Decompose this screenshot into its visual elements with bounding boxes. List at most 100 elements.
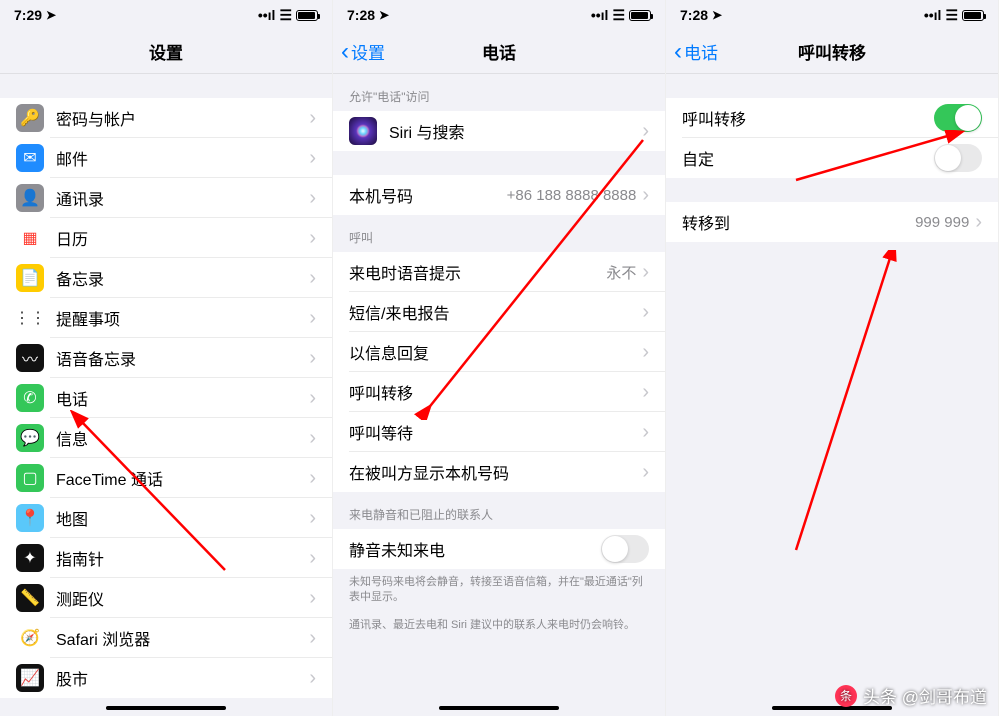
chevron-right-icon: › <box>642 301 649 324</box>
chevron-left-icon: ‹ <box>341 40 349 64</box>
chevron-left-icon: ‹ <box>674 40 682 64</box>
chevron-right-icon: › <box>642 120 649 143</box>
row-label: Safari 浏览器 <box>56 626 309 650</box>
location-icon: ➤ <box>712 8 722 22</box>
phone-row-announce[interactable]: 来电时语音提示 永不 › <box>333 252 665 292</box>
status-bar: 7:28 ➤ ••ıl ☰ <box>666 0 998 30</box>
settings-row-reminders[interactable]: ⋮⋮ 提醒事项 › <box>0 298 332 338</box>
location-icon: ➤ <box>46 8 56 22</box>
call-forward-toggle-row[interactable]: 呼叫转移 <box>666 98 998 138</box>
chevron-right-icon: › <box>309 307 316 330</box>
signal-icon: ••ıl <box>591 7 609 23</box>
call-forward-pane: 7:28 ➤ ••ıl ☰ ‹电话 呼叫转移 呼叫转移 自定 转移到 999 99… <box>666 0 999 716</box>
settings-row-notes[interactable]: 📄 备忘录 › <box>0 258 332 298</box>
nav-bar: 设置 <box>0 30 332 74</box>
settings-row-stocks[interactable]: 📈 股市 › <box>0 658 332 698</box>
row-label: 日历 <box>56 226 309 250</box>
row-label: 测距仪 <box>56 586 309 610</box>
row-label: 在被叫方显示本机号码 <box>349 460 642 484</box>
phone-row-show-id[interactable]: 在被叫方显示本机号码 › <box>333 452 665 492</box>
wifi-icon: ☰ <box>279 7 292 24</box>
phone-row-sms-report[interactable]: 短信/来电报告 › <box>333 292 665 332</box>
messages-icon: 💬 <box>16 424 44 452</box>
calls-list: 来电时语音提示 永不 ›短信/来电报告 ›以信息回复 ›呼叫转移 ›呼叫等待 ›… <box>333 252 665 492</box>
settings-row-calendar[interactable]: ▦ 日历 › <box>0 218 332 258</box>
battery-icon <box>296 10 318 21</box>
chevron-right-icon: › <box>309 667 316 690</box>
safari-icon: 🧭 <box>16 624 44 652</box>
reminders-icon: ⋮⋮ <box>16 304 44 332</box>
row-label: 邮件 <box>56 146 309 170</box>
contacts-icon: 👤 <box>16 184 44 212</box>
chevron-right-icon: › <box>309 267 316 290</box>
clock: 7:28 <box>680 7 708 23</box>
settings-row-safari[interactable]: 🧭 Safari 浏览器 › <box>0 618 332 658</box>
settings-row-compass[interactable]: ✦ 指南针 › <box>0 538 332 578</box>
call-forward-toggle[interactable] <box>934 104 982 132</box>
row-label: 语音备忘录 <box>56 346 309 370</box>
signal-icon: ••ıl <box>924 7 942 23</box>
voicememos-icon: 〰 <box>16 344 44 372</box>
wifi-icon: ☰ <box>945 7 958 24</box>
maps-icon: 📍 <box>16 504 44 532</box>
settings-row-passwords[interactable]: 🔑 密码与帐户 › <box>0 98 332 138</box>
settings-row-mail[interactable]: ✉︎ 邮件 › <box>0 138 332 178</box>
watermark: 条 头条 @剑哥布道 <box>835 683 987 708</box>
nav-bar: ‹设置 电话 <box>333 30 665 74</box>
back-button[interactable]: ‹设置 <box>341 39 385 64</box>
row-label: 电话 <box>56 386 309 410</box>
back-button[interactable]: ‹电话 <box>674 39 718 64</box>
chevron-right-icon: › <box>309 507 316 530</box>
settings-list: 🔑 密码与帐户 ›✉︎ 邮件 ›👤 通讯录 ›▦ 日历 ›📄 备忘录 ›⋮⋮ 提… <box>0 98 332 698</box>
settings-row-measure[interactable]: 📏 测距仪 › <box>0 578 332 618</box>
chevron-right-icon: › <box>309 187 316 210</box>
phone-row-call-forward[interactable]: 呼叫转移 › <box>333 372 665 412</box>
nav-bar: ‹电话 呼叫转移 <box>666 30 998 74</box>
settings-row-contacts[interactable]: 👤 通讯录 › <box>0 178 332 218</box>
section-allow-access: 允许"电话"访问 <box>333 74 665 111</box>
forward-to-row[interactable]: 转移到 999 999 › <box>666 202 998 242</box>
mail-icon: ✉︎ <box>16 144 44 172</box>
measure-icon: 📏 <box>16 584 44 612</box>
wifi-icon: ☰ <box>612 7 625 24</box>
chevron-right-icon: › <box>642 184 649 207</box>
custom-toggle[interactable] <box>934 144 982 172</box>
chevron-right-icon: › <box>309 627 316 650</box>
row-label: 信息 <box>56 426 309 450</box>
chevron-right-icon: › <box>309 387 316 410</box>
home-indicator <box>106 706 226 710</box>
my-number-row[interactable]: 本机号码 +86 188 8888 8888 › <box>333 175 665 215</box>
settings-pane: 7:29➤ ••ıl ☰ 设置 🔑 密码与帐户 ›✉︎ 邮件 ›👤 通讯录 ›▦… <box>0 0 333 716</box>
clock: 7:29 <box>14 7 42 23</box>
annotation-arrow <box>786 250 906 560</box>
phone-row-call-waiting[interactable]: 呼叫等待 › <box>333 412 665 452</box>
settings-row-voicememos[interactable]: 〰 语音备忘录 › <box>0 338 332 378</box>
page-title: 设置 <box>149 39 183 64</box>
phone-settings-pane: 7:28➤ ••ıl ☰ ‹设置 电话 允许"电话"访问 Siri 与搜索 › … <box>333 0 666 716</box>
footer-note-1: 未知号码来电将会静音，转接至语音信箱，并在"最近通话"列表中显示。 <box>333 569 665 612</box>
chevron-right-icon: › <box>309 467 316 490</box>
settings-row-messages[interactable]: 💬 信息 › <box>0 418 332 458</box>
status-indicators: ••ıl ☰ <box>258 7 318 24</box>
compass-icon: ✦ <box>16 544 44 572</box>
my-number-value: +86 188 8888 8888 <box>507 187 637 204</box>
settings-row-maps[interactable]: 📍 地图 › <box>0 498 332 538</box>
siri-search-row[interactable]: Siri 与搜索 › <box>333 111 665 151</box>
phone-row-msg-reply[interactable]: 以信息回复 › <box>333 332 665 372</box>
silence-toggle[interactable] <box>601 535 649 563</box>
row-label: 地图 <box>56 506 309 530</box>
silence-unknown-row[interactable]: 静音未知来电 <box>333 529 665 569</box>
siri-icon <box>349 117 377 145</box>
chevron-right-icon: › <box>309 147 316 170</box>
watermark-icon: 条 <box>835 685 857 707</box>
notes-icon: 📄 <box>16 264 44 292</box>
status-indicators: ••ıl ☰ <box>924 7 984 24</box>
custom-toggle-row[interactable]: 自定 <box>666 138 998 178</box>
chevron-right-icon: › <box>309 547 316 570</box>
page-title: 呼叫转移 <box>798 39 866 64</box>
status-indicators: ••ıl ☰ <box>591 7 651 24</box>
settings-row-facetime[interactable]: ▢ FaceTime 通话 › <box>0 458 332 498</box>
row-label: 股市 <box>56 666 309 690</box>
settings-row-phone[interactable]: ✆ 电话 › <box>0 378 332 418</box>
row-label: 备忘录 <box>56 266 309 290</box>
